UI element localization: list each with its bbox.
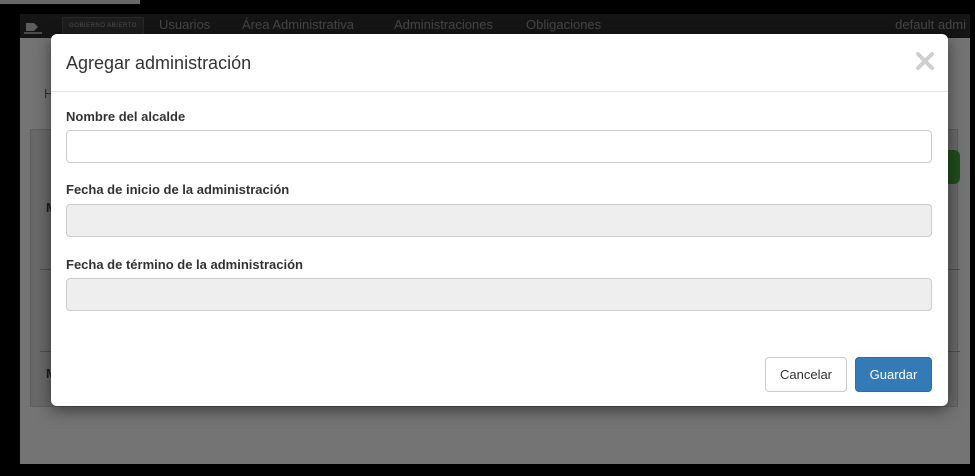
mayor-name-input[interactable] — [66, 130, 932, 163]
modal-title: Agregar administración — [66, 53, 252, 73]
start-date-label: Fecha de inicio de la administración — [66, 182, 290, 197]
start-date-input[interactable] — [66, 204, 932, 237]
end-date-label: Fecha de término de la administración — [66, 257, 303, 272]
mayor-name-label: Nombre del alcalde — [66, 109, 186, 124]
modal-header: Agregar administración — [51, 34, 948, 92]
add-administration-modal: Agregar administración Nombre del alcald… — [51, 34, 948, 406]
save-button[interactable]: Guardar — [855, 357, 932, 392]
cancel-button[interactable]: Cancelar — [765, 357, 847, 392]
end-date-input[interactable] — [66, 278, 932, 311]
close-icon[interactable] — [914, 50, 936, 72]
screen: GOBIERNO ABIERTO Usuarios Área Administr… — [0, 0, 975, 476]
